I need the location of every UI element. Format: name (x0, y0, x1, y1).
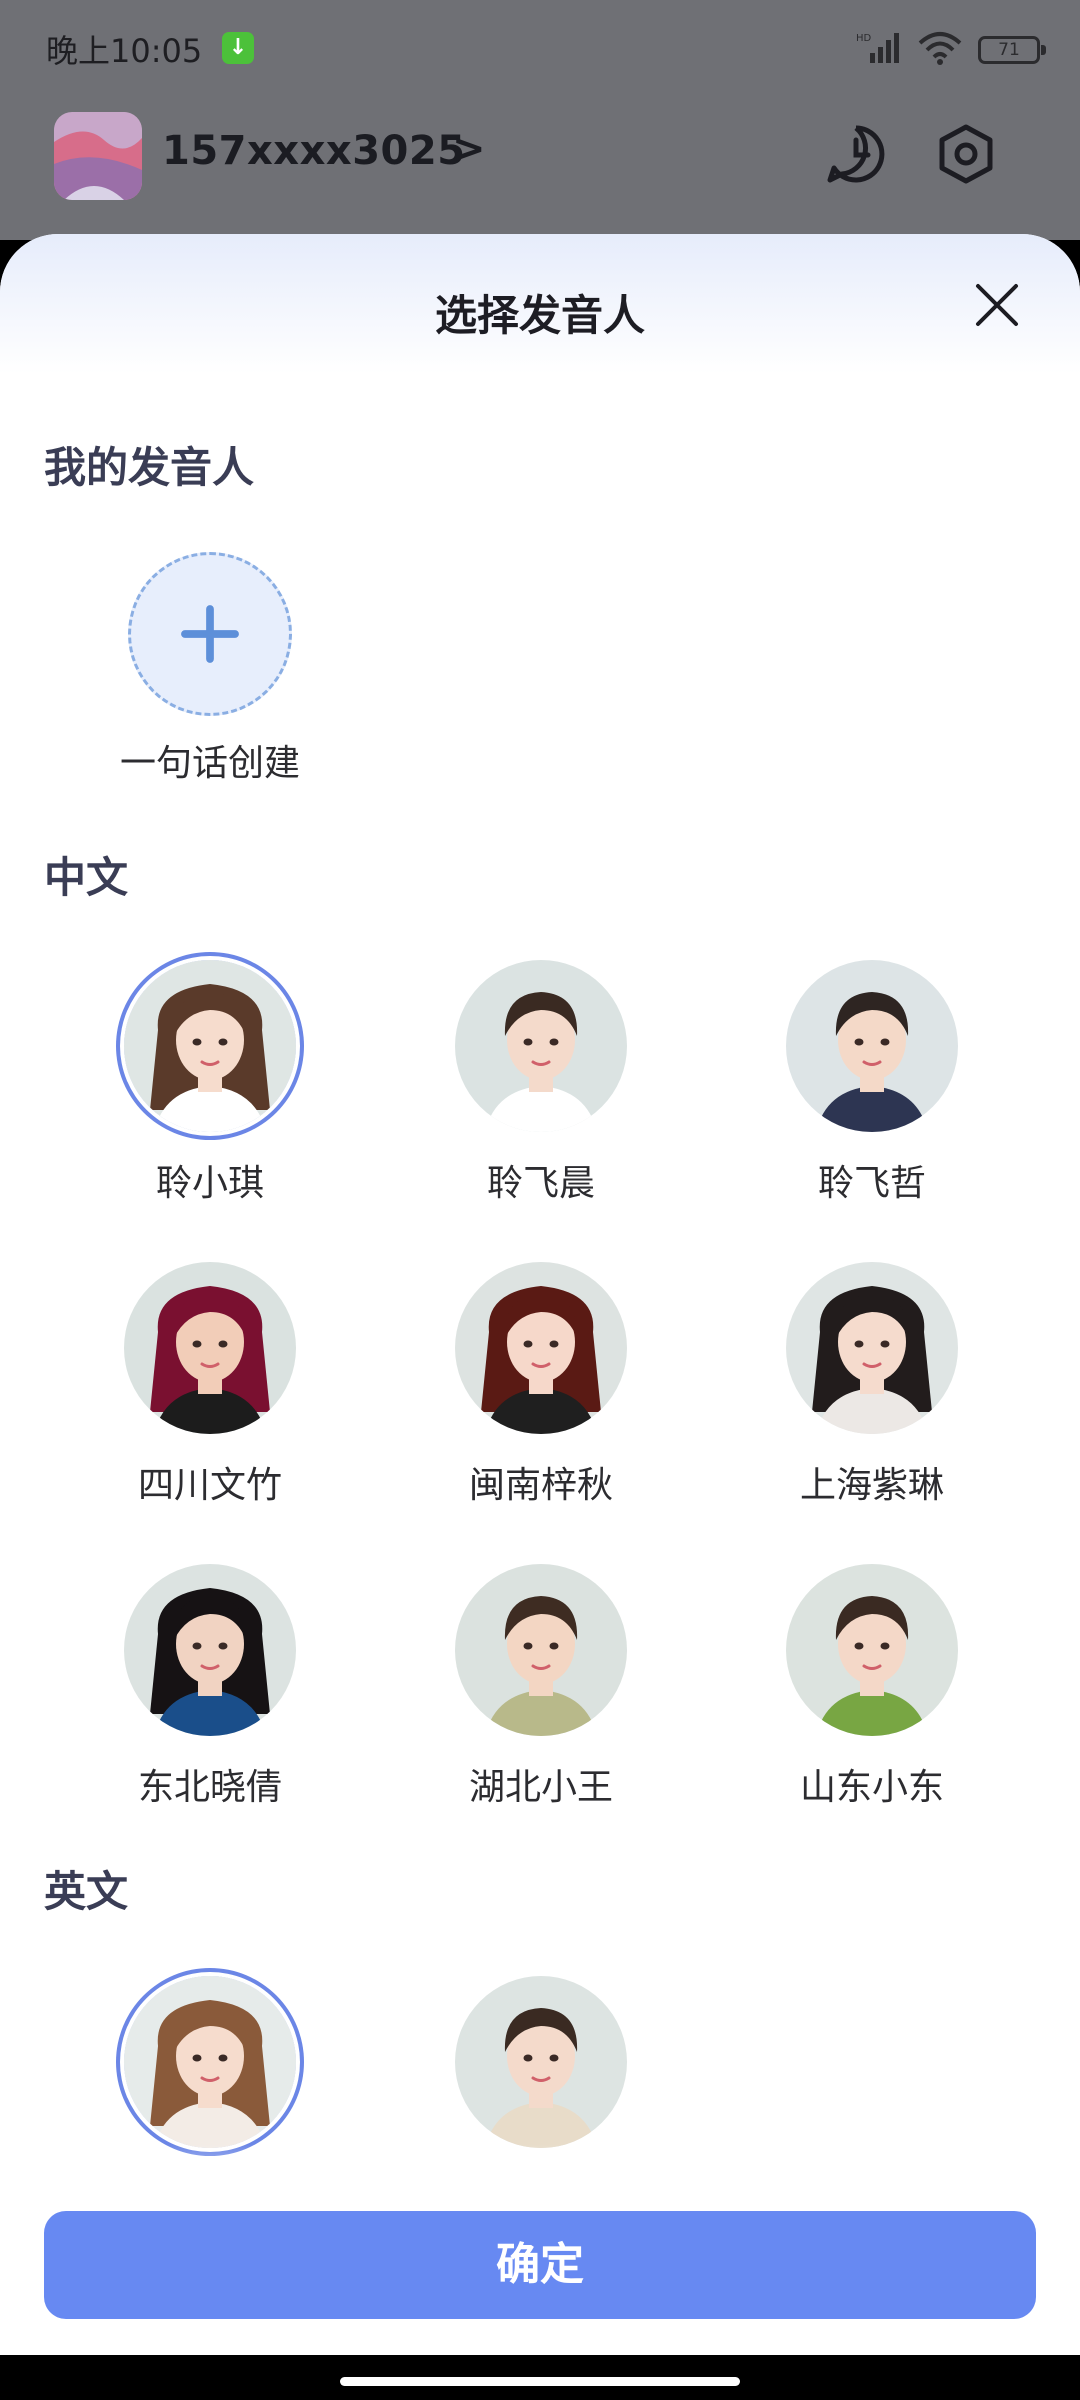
create-voice-button[interactable]: 一句话创建 (80, 552, 340, 812)
section-title-chinese: 中文 (44, 853, 129, 902)
section-title-my-voices: 我的发音人 (44, 443, 255, 492)
user-avatar[interactable] (54, 112, 142, 200)
voice-avatar[interactable] (455, 1564, 627, 1736)
user-bar: 157xxxx3025 > (0, 100, 1080, 220)
status-bar: 晚上10:05 ↓ HD 71 (0, 0, 1080, 96)
plus-icon (181, 605, 239, 663)
navigation-bar (0, 2355, 1080, 2400)
cn-voice-item[interactable]: 上海紫琳 (742, 1262, 1002, 1522)
sheet-title: 选择发音人 (434, 291, 645, 340)
wifi-icon (918, 31, 962, 69)
cn-voice-item[interactable]: 聆飞晨 (411, 960, 671, 1220)
user-phone[interactable]: 157xxxx3025 (162, 128, 466, 174)
voice-name: 四川文竹 (137, 1465, 282, 1506)
app-backdrop: 晚上10:05 ↓ HD 71 157xxxx3025 > (0, 0, 1080, 240)
cn-voice-item[interactable]: 聆小琪 (80, 960, 340, 1220)
download-icon: ↓ (222, 32, 254, 64)
cn-voice-item[interactable]: 闽南梓秋 (411, 1262, 671, 1522)
voice-picker-sheet: 选择发音人 我的发音人 一句话创建 中文 聆小琪 聆飞晨 聆飞哲四川文竹 闽南梓秋 上海… (0, 234, 1080, 2355)
voice-name: 上海紫琳 (799, 1465, 944, 1506)
voice-avatar[interactable] (124, 1564, 296, 1736)
voice-avatar[interactable] (455, 1262, 627, 1434)
cn-voice-item[interactable]: 聆飞哲 (742, 960, 1002, 1220)
battery-icon: 71 (978, 36, 1046, 64)
history-clock-icon[interactable] (824, 122, 888, 186)
voice-name: 湖北小王 (468, 1767, 613, 1808)
voice-avatar[interactable] (455, 1976, 627, 2148)
status-right: HD 71 (856, 30, 1046, 70)
home-indicator[interactable] (340, 2377, 740, 2386)
voice-name: 东北晓倩 (137, 1767, 282, 1808)
close-icon[interactable] (970, 278, 1024, 332)
cn-voice-item[interactable]: 湖北小王 (411, 1564, 671, 1824)
voice-name: 聆飞哲 (817, 1163, 926, 1204)
section-title-english: 英文 (44, 1867, 129, 1916)
voice-avatar[interactable] (124, 960, 296, 1132)
cn-voice-item[interactable]: 东北晓倩 (80, 1564, 340, 1824)
voice-avatar[interactable] (455, 960, 627, 1132)
voice-name: 聆小琪 (155, 1163, 264, 1204)
voice-name: 聆飞晨 (486, 1163, 595, 1204)
voice-avatar[interactable] (124, 1976, 296, 2148)
voice-name: 山东小东 (799, 1767, 944, 1808)
chevron-right-icon[interactable]: > (452, 126, 486, 172)
voice-avatar[interactable] (786, 1564, 958, 1736)
confirm-button[interactable]: 确定 (44, 2211, 1036, 2319)
settings-gear-icon[interactable] (934, 122, 998, 186)
create-voice-label: 一句话创建 (119, 743, 300, 784)
cellular-signal-icon: HD (856, 31, 902, 69)
add-voice-circle[interactable] (128, 552, 292, 716)
status-time: 晚上10:05 (46, 32, 203, 70)
cn-voice-item[interactable]: 四川文竹 (80, 1262, 340, 1522)
voice-name: 闽南梓秋 (468, 1465, 613, 1506)
voice-avatar[interactable] (786, 1262, 958, 1434)
network-hd-label: HD (856, 33, 872, 44)
voice-avatar[interactable] (786, 960, 958, 1132)
cn-voice-item[interactable]: 山东小东 (742, 1564, 1002, 1824)
list-fade-overlay (0, 2144, 1080, 2204)
voice-avatar[interactable] (124, 1262, 296, 1434)
